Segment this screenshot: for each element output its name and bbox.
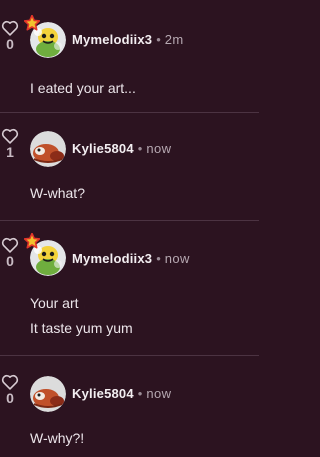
- like-control[interactable]: 0: [0, 374, 20, 406]
- heart-icon[interactable]: [1, 20, 19, 36]
- like-count: 0: [6, 36, 14, 52]
- comment-item: 1 Kylie5804 • now W-what?: [0, 113, 259, 221]
- timestamp: now: [164, 251, 190, 266]
- comment-item: 0 Mymelodiix3 • 2m I eated your art...: [0, 0, 259, 113]
- heart-icon[interactable]: [1, 237, 19, 253]
- comment-text-line: W-why?!: [30, 430, 85, 446]
- username[interactable]: Mymelodiix3: [72, 251, 152, 266]
- comment-item: 0 Kylie5804 • now W-why?!: [0, 356, 259, 457]
- separator-dot: •: [156, 32, 161, 47]
- comment-thread: 0 Mymelodiix3 • 2m I eated your art... 1…: [0, 0, 259, 457]
- like-count: 0: [6, 253, 14, 269]
- timestamp: now: [146, 386, 172, 401]
- red-panda-avatar: [30, 131, 66, 167]
- avatar[interactable]: [30, 376, 66, 412]
- timestamp: now: [146, 141, 172, 156]
- heart-icon[interactable]: [1, 128, 19, 144]
- comment-header: Kylie5804 • now: [72, 386, 171, 402]
- username[interactable]: Mymelodiix3: [72, 32, 152, 47]
- like-count: 1: [6, 144, 14, 160]
- comment-body: W-why?!: [30, 428, 84, 453]
- comment-text-line: It taste yum yum: [30, 320, 133, 336]
- avatar[interactable]: [24, 233, 66, 276]
- username[interactable]: Kylie5804: [72, 386, 134, 401]
- heart-icon[interactable]: [1, 374, 19, 390]
- comment-item: 0 Mymelodiix3 • now Your art It taste yum …: [0, 221, 259, 356]
- separator-dot: •: [137, 386, 143, 401]
- timestamp: 2m: [164, 32, 184, 47]
- separator-dot: •: [137, 141, 143, 156]
- separator-dot: •: [156, 251, 161, 266]
- comment-text-line: I eated your art...: [30, 80, 136, 96]
- comment-text-line: W-what?: [30, 185, 85, 201]
- comment-header: Mymelodiix3 • 2m: [72, 32, 184, 48]
- star-badge-icon: [24, 233, 40, 249]
- username[interactable]: Kylie5804: [72, 141, 134, 156]
- star-badge-icon: [24, 15, 40, 31]
- like-count: 0: [6, 390, 14, 406]
- avatar[interactable]: [24, 15, 66, 58]
- like-control[interactable]: 0: [0, 20, 20, 52]
- like-control[interactable]: 1: [0, 128, 20, 160]
- avatar[interactable]: [30, 131, 66, 167]
- comment-text-line: Your art: [30, 295, 79, 311]
- red-panda-avatar: [30, 376, 66, 412]
- comment-header: Mymelodiix3 • now: [72, 251, 190, 267]
- comment-body: I eated your art...: [30, 78, 136, 103]
- comment-body: W-what?: [30, 183, 85, 208]
- like-control[interactable]: 0: [0, 237, 20, 269]
- comment-body: Your art It taste yum yum: [30, 293, 133, 343]
- comment-header: Kylie5804 • now: [72, 141, 171, 157]
